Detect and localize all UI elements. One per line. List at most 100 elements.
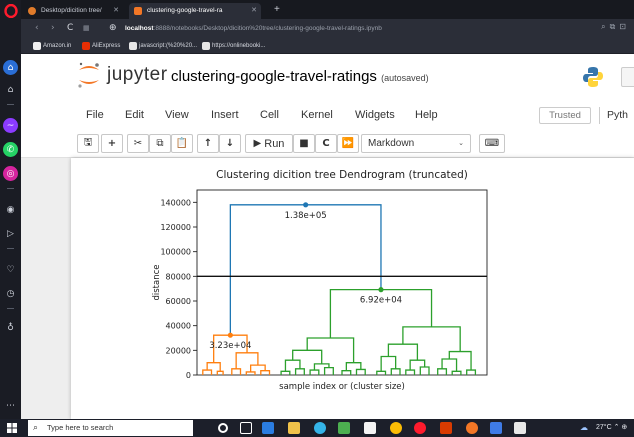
trusted-indicator[interactable]: Trusted — [539, 107, 591, 124]
more-options-icon[interactable]: ⋯ — [3, 398, 18, 413]
photos-icon[interactable] — [338, 422, 350, 434]
kernel-name[interactable]: Pyth — [599, 107, 628, 124]
tab-bar: Desktop/dicition tree/ ✕ clustering-goog… — [21, 0, 634, 19]
history-icon[interactable]: ⌂ — [3, 82, 18, 97]
menu-edit[interactable]: Edit — [125, 108, 144, 122]
tab-desktop-folder[interactable]: Desktop/dicition tree/ ✕ — [23, 3, 123, 19]
cluster-link — [448, 350, 472, 371]
cortana-icon[interactable] — [218, 423, 228, 433]
file-manager-icon[interactable] — [288, 422, 300, 434]
location-pin-icon[interactable]: ♁ — [3, 320, 18, 335]
speed-dial-icon[interactable]: ▦ — [83, 22, 90, 34]
office-icon[interactable] — [440, 422, 452, 434]
tab-close-icon[interactable]: ✕ — [113, 3, 119, 19]
bookmark-onlinebooking[interactable]: https://onlinebooki... — [202, 40, 265, 52]
jupyter-app-icon[interactable] — [466, 422, 478, 434]
menu-help[interactable]: Help — [415, 108, 438, 122]
menu-view[interactable]: View — [165, 108, 189, 122]
move-up-button[interactable]: ↑ — [197, 134, 219, 153]
weather-icon[interactable]: ☁ — [580, 423, 592, 432]
opera-logo-icon[interactable] — [3, 3, 18, 18]
cluster-link — [231, 368, 242, 375]
send-icon[interactable]: ▷ — [3, 226, 18, 241]
clock-icon[interactable]: ◷ — [3, 286, 18, 301]
address-actions[interactable]: ⌕⧉⊡ — [601, 22, 630, 32]
bookmark-aliexpress[interactable]: AliExpress — [82, 40, 120, 52]
jupyter-favicon-icon — [134, 7, 142, 15]
tab-label: clustering-google-travel-ra — [147, 7, 223, 14]
player-icon[interactable]: ◉ — [3, 202, 18, 217]
opera-icon[interactable] — [414, 422, 426, 434]
store-icon[interactable] — [364, 422, 376, 434]
cut-button[interactable]: ✂ — [127, 134, 149, 153]
task-view-icon[interactable] — [240, 422, 252, 434]
document-icon — [129, 42, 137, 50]
interrupt-button[interactable]: ■ — [293, 134, 315, 153]
menu-cell[interactable]: Cell — [260, 108, 279, 122]
merge-point — [303, 202, 309, 208]
cluster-link — [355, 368, 366, 375]
file-explorer-icon[interactable] — [262, 422, 274, 434]
menu-file[interactable]: File — [86, 108, 104, 122]
merge-label: 1.38e+05 — [285, 211, 327, 221]
move-down-button[interactable]: ↓ — [219, 134, 241, 153]
terminal-icon[interactable] — [514, 422, 526, 434]
cluster-link — [245, 371, 256, 375]
cluster-link — [294, 368, 305, 375]
merge-label: 6.92e+04 — [360, 296, 402, 306]
y-tick-label: 80000 — [166, 272, 191, 281]
windows-taskbar: ⌕ Type here to search ☁ 27°C ⌃ ⊕ — [0, 419, 634, 437]
menu-widgets[interactable]: Widgets — [355, 108, 395, 122]
reload-icon[interactable]: C — [67, 22, 73, 34]
merge-label: 3.23e+04 — [209, 341, 251, 351]
site-info-icon[interactable]: ⊕ — [109, 22, 117, 34]
new-tab-icon[interactable]: + — [274, 3, 280, 17]
tab-notebook[interactable]: clustering-google-travel-ra ✕ — [129, 3, 261, 19]
logout-button[interactable] — [621, 67, 634, 87]
cluster-link — [402, 326, 461, 352]
notebook-title[interactable]: clustering-google-travel-ratings (autosa… — [171, 68, 429, 87]
chrome-icon[interactable] — [390, 422, 402, 434]
whatsapp-icon[interactable]: ✆ — [3, 142, 18, 157]
insert-cell-button[interactable]: + — [101, 134, 123, 153]
menu-insert[interactable]: Insert — [211, 108, 239, 122]
cluster-link — [216, 370, 224, 375]
instagram-icon[interactable]: ◎ — [3, 166, 18, 181]
copy-button[interactable]: ⧉ — [149, 134, 171, 153]
paste-button[interactable]: 📋 — [171, 134, 193, 153]
cluster-link — [292, 349, 323, 364]
cell-type-select[interactable]: Markdown ⌄ — [361, 134, 471, 153]
dendrogram-chart: Clustering dicition tree Dendrogram (tru… — [147, 160, 497, 395]
save-status: (autosaved) — [381, 73, 429, 83]
y-tick-label: 0 — [186, 371, 191, 380]
jupyter-logo-icon[interactable] — [76, 60, 102, 90]
run-button[interactable]: ▶ Run — [245, 134, 293, 153]
back-icon[interactable]: ‹ — [35, 22, 39, 34]
taskbar-search[interactable]: ⌕ Type here to search — [28, 420, 193, 436]
bookmark-amazon[interactable]: Amazon.in — [33, 40, 71, 52]
edge-icon[interactable] — [314, 422, 326, 434]
sidebar-divider — [7, 308, 14, 309]
temperature-readout[interactable]: 27°C ⌃ ⊕ — [596, 423, 627, 433]
cluster-link — [405, 369, 416, 375]
cluster-link — [341, 370, 352, 375]
menu-kernel[interactable]: Kernel — [301, 108, 333, 122]
command-palette-button[interactable]: ⌨ — [479, 134, 505, 153]
url-path: :8888/notebooks/Desktop/dicition%20tree/… — [153, 25, 382, 32]
save-button[interactable]: 🖫 — [77, 134, 99, 153]
forward-icon[interactable]: › — [51, 22, 55, 34]
merge-point — [227, 332, 233, 338]
vpn-icon[interactable] — [490, 422, 502, 434]
bookmark-javascript[interactable]: javascript:(%20%20... — [129, 40, 197, 52]
tab-close-icon[interactable]: ✕ — [251, 3, 257, 19]
home-icon[interactable]: ⌂ — [3, 60, 18, 75]
messenger-icon[interactable]: ~ — [3, 118, 18, 133]
restart-button[interactable]: C — [315, 134, 337, 153]
url-field[interactable]: localhost:8888/notebooks/Desktop/dicitio… — [125, 23, 382, 34]
heart-icon[interactable]: ♡ — [3, 262, 18, 277]
windows-start-icon[interactable] — [7, 423, 17, 433]
y-tick-label: 120000 — [160, 223, 191, 232]
bookmarks-bar: Amazon.in AliExpress javascript:(%20%20.… — [21, 38, 634, 54]
restart-run-all-button[interactable]: ⏩ — [337, 134, 359, 153]
chart-title: Clustering dicition tree Dendrogram (tru… — [216, 169, 468, 181]
